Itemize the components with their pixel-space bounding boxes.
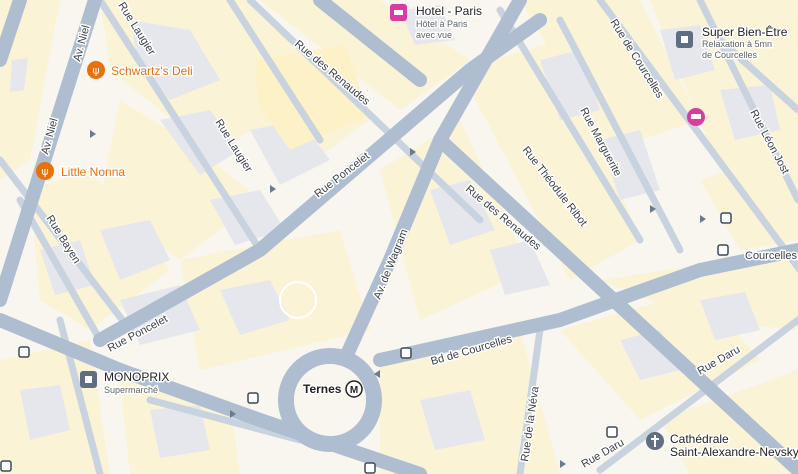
poi-label-little-nonna: Little Nonna [61, 165, 125, 179]
poi-sub-super-bien-etre-2: de Courcelles [702, 50, 758, 60]
roundabout-center [294, 364, 366, 436]
poi-label-monoprix: MONOPRIX [104, 370, 169, 384]
poi-sub-super-bien-etre-1: Relaxation à 5mn [702, 39, 772, 49]
poi-label-hotel-paris: Hotel - Paris [416, 4, 482, 18]
poi-ternes-metro[interactable]: Ternes M [302, 380, 363, 398]
svg-text:ψ: ψ [92, 64, 99, 77]
poi-label-cathedrale-2: Saint-Alexandre-Nevsky [670, 445, 798, 459]
metro-letter: M [350, 385, 358, 396]
map-canvas[interactable]: Av. Niel Av. Niel Rue Laugier Rue Laugie… [0, 0, 798, 474]
poi-hotel-marker[interactable] [687, 108, 705, 126]
poi-label-schwartzs-deli: Schwartz's Deli [111, 64, 193, 78]
poi-label-ternes: Ternes [303, 382, 342, 396]
poi-label-cathedrale: Cathédrale [670, 432, 729, 446]
poi-sub-monoprix: Supermarché [104, 385, 158, 395]
poi-sub-hotel-paris-2: avec vue [416, 30, 452, 40]
svg-text:ψ: ψ [41, 165, 48, 178]
poi-label-super-bien-etre: Super Bien-Être [702, 24, 788, 39]
poi-little-nonna[interactable]: ψ Little Nonna [36, 162, 127, 181]
map-base: Av. Niel Av. Niel Rue Laugier Rue Laugie… [0, 0, 798, 474]
poi-sub-hotel-paris-1: Hôtel à Paris [416, 19, 468, 29]
street-label-courcelles: Courcelles [745, 250, 797, 262]
